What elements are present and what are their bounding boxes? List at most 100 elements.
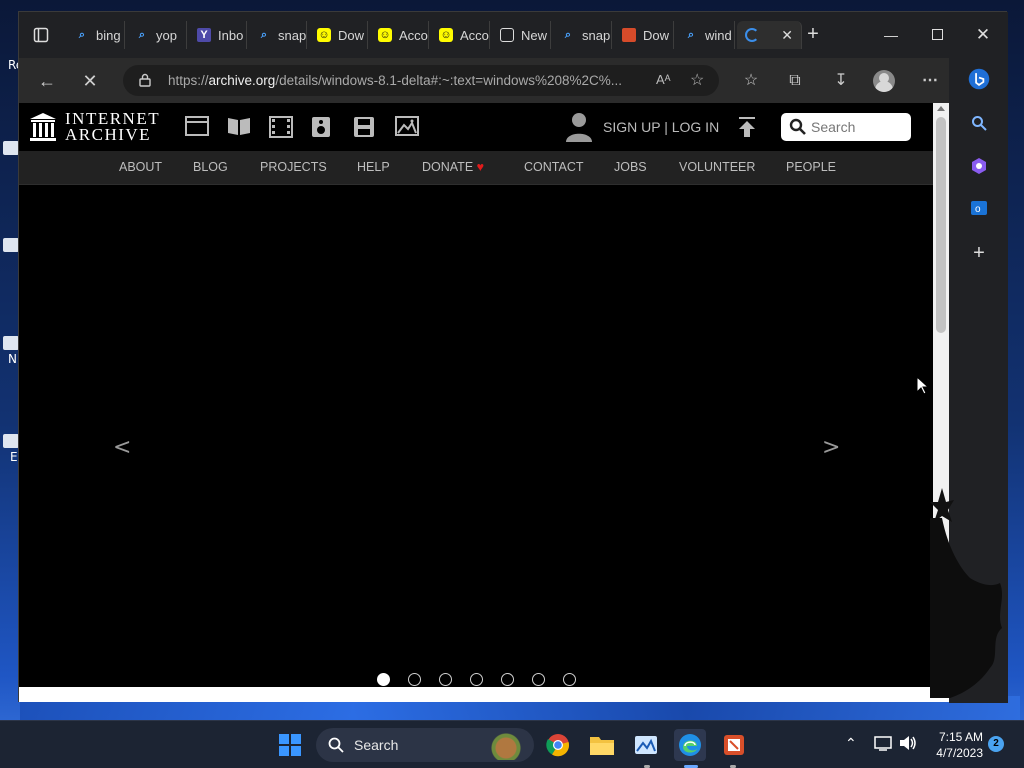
- more-options-icon[interactable]: ⋯: [918, 69, 942, 93]
- carousel-dot[interactable]: [377, 673, 390, 686]
- desktop-label[interactable]: N: [8, 352, 17, 366]
- network-icon[interactable]: [874, 735, 892, 754]
- signup-login-area[interactable]: SIGN UP | LOG IN: [565, 111, 719, 143]
- nav-jobs[interactable]: JOBS: [614, 160, 647, 174]
- search-icon[interactable]: [789, 118, 807, 136]
- carousel-dot[interactable]: [532, 673, 545, 686]
- nav-people[interactable]: PEOPLE: [786, 160, 836, 174]
- downloads-icon[interactable]: ↧: [829, 69, 853, 93]
- desktop-label[interactable]: E: [10, 450, 18, 464]
- lock-icon[interactable]: [139, 73, 151, 87]
- browser-tab[interactable]: New: [492, 21, 551, 49]
- web-icon[interactable]: [185, 116, 211, 138]
- signup-login-link[interactable]: SIGN UP | LOG IN: [603, 119, 719, 135]
- bing-chat-icon[interactable]: [968, 68, 990, 90]
- tab-title: Inbo: [218, 27, 244, 43]
- carousel-dot[interactable]: [501, 673, 514, 686]
- tab-title: Acco: [399, 27, 428, 43]
- scrollbar-thumb[interactable]: [936, 117, 946, 333]
- notification-badge[interactable]: 2: [988, 736, 1004, 752]
- audio-icon[interactable]: [311, 116, 337, 138]
- system-clock[interactable]: 7:15 AM 4/7/2023: [927, 729, 983, 761]
- add-favorite-icon[interactable]: ☆: [690, 70, 704, 90]
- stop-loading-button[interactable]: ✕: [78, 69, 102, 93]
- address-bar-row: ← ✕ https://archive.org/details/windows-…: [19, 58, 1008, 103]
- user-icon[interactable]: [565, 111, 593, 143]
- scroll-up-arrow[interactable]: [937, 106, 945, 111]
- browser-tab[interactable]: ⌕ snap: [553, 21, 612, 49]
- upload-icon[interactable]: [737, 116, 757, 143]
- nav-help[interactable]: HELP: [357, 160, 390, 174]
- tab-title: bing: [96, 27, 121, 43]
- address-bar[interactable]: https://archive.org/details/windows-8.1-…: [123, 65, 719, 96]
- sidebar-tools-icon[interactable]: [968, 155, 990, 177]
- carousel-next-button[interactable]: >: [822, 435, 840, 460]
- carousel-dot[interactable]: [439, 673, 452, 686]
- browser-tab[interactable]: ⌕ wind: [676, 21, 735, 49]
- desktop-icon[interactable]: [3, 336, 19, 350]
- texts-icon[interactable]: [227, 116, 253, 138]
- search-icon: ⌕: [687, 28, 695, 41]
- nav-contact[interactable]: CONTACT: [524, 160, 584, 174]
- photos-app-icon[interactable]: [630, 729, 662, 761]
- tab-actions-icon: [33, 27, 49, 43]
- file-explorer-icon[interactable]: [586, 729, 618, 761]
- news-icon: [500, 28, 514, 42]
- minimize-button[interactable]: —: [868, 22, 914, 48]
- edge-taskbar-icon[interactable]: [674, 729, 706, 761]
- browser-tab[interactable]: ⌕ yop: [127, 21, 187, 49]
- desktop-icon[interactable]: [3, 141, 19, 155]
- favorites-icon[interactable]: ☆: [739, 69, 763, 93]
- software-icon[interactable]: [353, 116, 379, 138]
- taskbar: Search ⌃ 7:15 AM 4/7/2023 2: [0, 720, 1024, 768]
- close-tab-icon[interactable]: ✕: [781, 27, 793, 44]
- nav-volunteer[interactable]: VOLUNTEER: [679, 160, 755, 174]
- url-text[interactable]: https://archive.org/details/windows-8.1-…: [168, 73, 648, 88]
- taskbar-search[interactable]: Search: [316, 728, 534, 762]
- chrome-icon[interactable]: [542, 729, 574, 761]
- browser-tab[interactable]: Y Inbo: [189, 21, 247, 49]
- mouse-cursor-icon: [916, 376, 928, 395]
- outlook-icon[interactable]: o: [968, 197, 990, 219]
- back-button[interactable]: ←: [35, 69, 59, 93]
- carousel-dot[interactable]: [470, 673, 483, 686]
- carousel-dot[interactable]: [563, 673, 576, 686]
- video-icon[interactable]: [269, 116, 295, 138]
- browser-tab[interactable]: ⌕ snap: [249, 21, 307, 49]
- nav-projects[interactable]: PROJECTS: [260, 160, 327, 174]
- new-tab-button[interactable]: +: [802, 24, 824, 46]
- sidebar-search-icon[interactable]: [968, 112, 990, 134]
- profile-avatar[interactable]: [873, 70, 895, 92]
- windows-logo-icon: [279, 734, 301, 756]
- sidebar-add-button[interactable]: +: [968, 242, 990, 264]
- browser-tab[interactable]: Dow: [614, 21, 674, 49]
- desktop-icon[interactable]: [3, 434, 19, 448]
- desktop-icon[interactable]: [3, 238, 19, 252]
- snapchat-icon: ☺: [317, 28, 331, 42]
- read-aloud-icon[interactable]: Aᴬ: [656, 72, 671, 87]
- show-hidden-icons-button[interactable]: ⌃: [845, 735, 857, 752]
- start-button[interactable]: [274, 729, 306, 761]
- browser-tab[interactable]: ⌕ bing: [67, 21, 125, 49]
- ia-search-input[interactable]: [811, 119, 906, 135]
- close-window-button[interactable]: ✕: [960, 22, 1006, 48]
- maximize-button[interactable]: [914, 22, 960, 48]
- browser-tab[interactable]: ☺ Dow: [309, 21, 368, 49]
- web-page: INTERNET ARCHIVE SIGN UP | LOG IN Search…: [19, 103, 933, 687]
- browser-tab[interactable]: ☺ Acco: [431, 21, 490, 49]
- images-icon[interactable]: [395, 116, 421, 138]
- browser-tab[interactable]: ✕: [737, 21, 802, 49]
- carousel-dot[interactable]: [408, 673, 421, 686]
- carousel-prev-button[interactable]: <: [113, 435, 131, 460]
- collections-icon[interactable]: ⧉: [783, 69, 807, 93]
- search-highlight-image: [484, 730, 528, 760]
- nav-about[interactable]: ABOUT: [119, 160, 162, 174]
- volume-icon[interactable]: [899, 735, 917, 754]
- ia-search-box[interactable]: [781, 113, 911, 141]
- nav-donate[interactable]: DONATE ♥: [422, 160, 484, 174]
- ia-logo[interactable]: INTERNET ARCHIVE: [29, 110, 160, 143]
- tab-actions-button[interactable]: [29, 24, 53, 46]
- snipping-tool-icon[interactable]: [718, 729, 750, 761]
- nav-blog[interactable]: BLOG: [193, 160, 228, 174]
- browser-tab[interactable]: ☺ Acco: [370, 21, 429, 49]
